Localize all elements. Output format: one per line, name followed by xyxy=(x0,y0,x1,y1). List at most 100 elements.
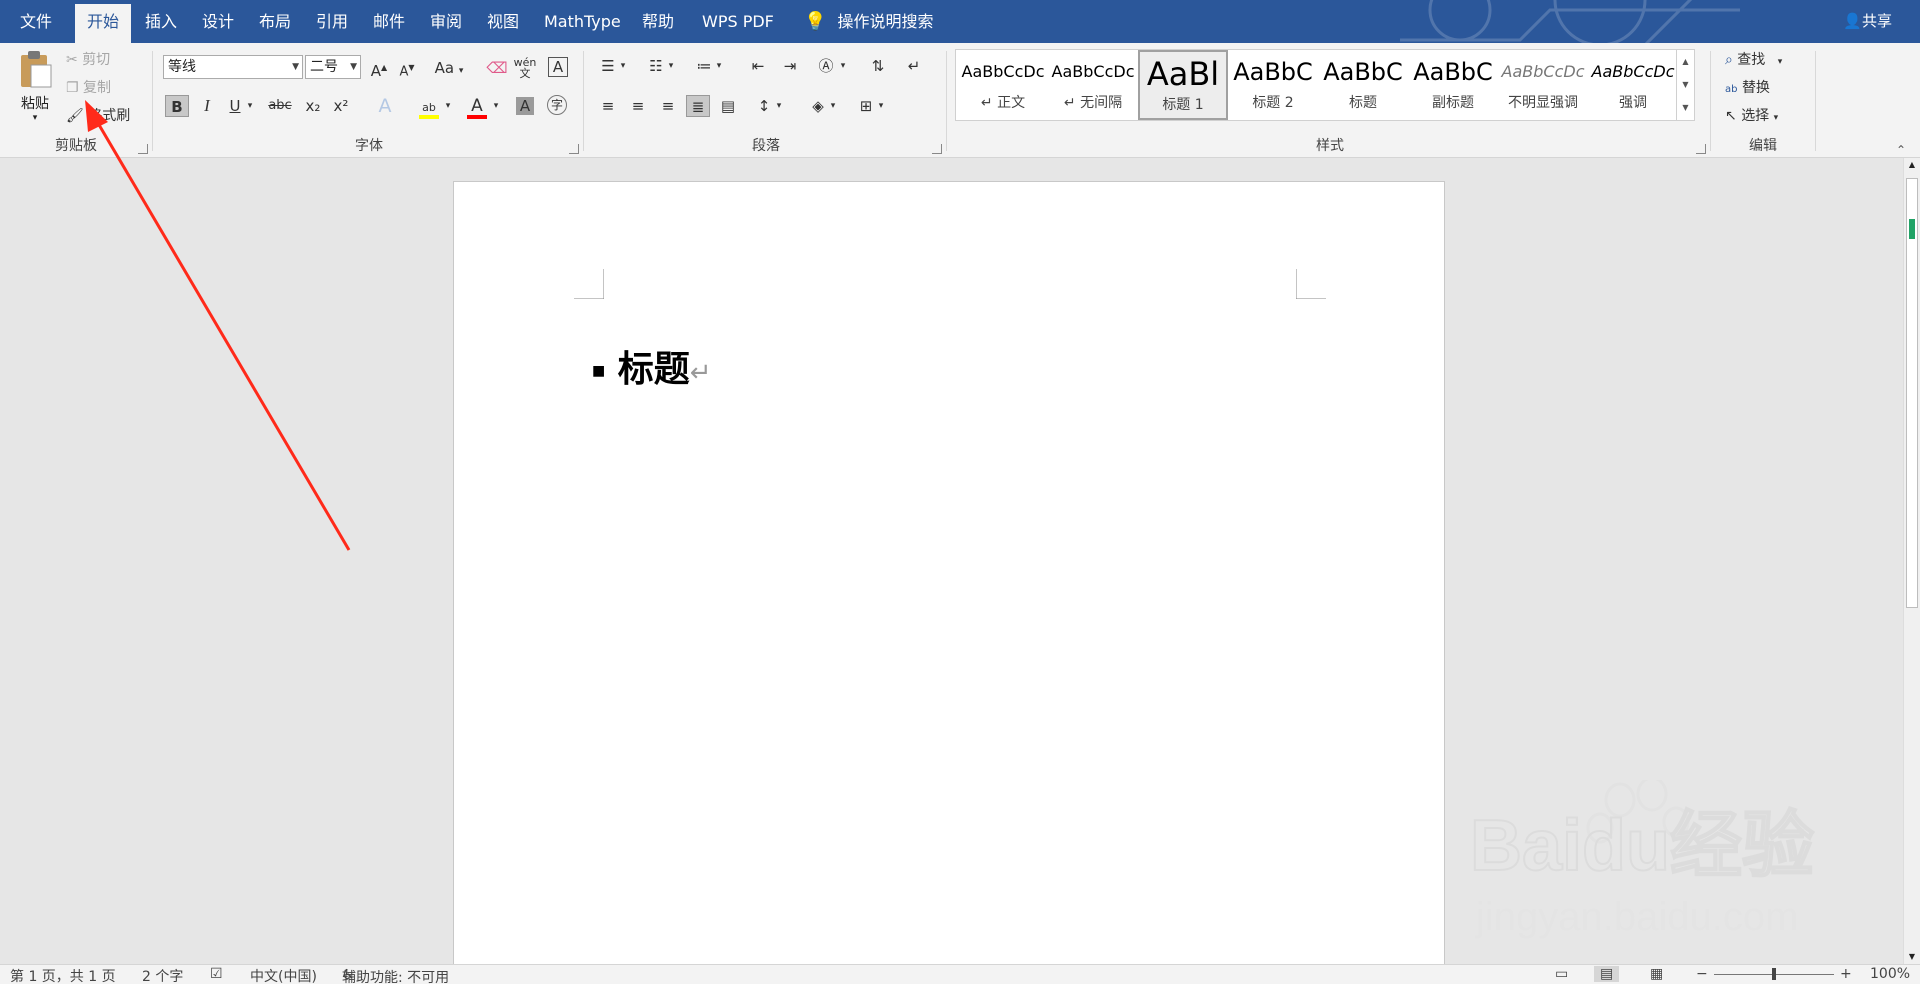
styles-dialog-launcher[interactable] xyxy=(1696,144,1706,154)
web-layout-icon[interactable]: ▦ xyxy=(1650,966,1663,982)
distributed-icon[interactable]: ▤ xyxy=(716,95,740,117)
zoom-in-icon[interactable]: + xyxy=(1840,966,1852,982)
chevron-down-icon[interactable]: ▾ xyxy=(772,95,786,117)
clipboard-group: 粘贴 ▾ ✂ 剪切 ❐ 复制 🖌 格式刷 剪贴板 xyxy=(0,43,152,158)
tab-wps-pdf[interactable]: WPS PDF xyxy=(690,0,786,43)
share-button[interactable]: 👤共享 xyxy=(1843,0,1892,43)
zoom-out-icon[interactable]: − xyxy=(1696,966,1708,982)
tab-view[interactable]: 视图 xyxy=(475,0,531,43)
ribbon-home: 粘贴 ▾ ✂ 剪切 ❐ 复制 🖌 格式刷 剪贴板 等线 ▼ 二号 ▼ A▲ A▼ A… xyxy=(0,43,1920,158)
shrink-font-icon[interactable]: A▼ xyxy=(395,57,419,79)
chevron-down-icon[interactable]: ▾ xyxy=(441,95,455,117)
tab-references[interactable]: 引用 xyxy=(304,0,360,43)
chevron-down-icon[interactable]: ▾ xyxy=(712,55,726,77)
group-divider xyxy=(946,51,947,151)
scroll-up-icon[interactable]: ▲ xyxy=(1904,158,1920,172)
tell-me-search[interactable]: 💡 操作说明搜索 xyxy=(792,0,946,43)
increase-indent-icon[interactable]: ⇥ xyxy=(778,55,802,77)
change-case-button[interactable]: Aa ▾ xyxy=(431,57,467,79)
document-page[interactable]: ■ 标题↵ xyxy=(453,181,1445,984)
copy-button[interactable]: ❐ 复制 xyxy=(66,77,111,97)
copy-icon: ❐ xyxy=(66,80,79,96)
cut-button[interactable]: ✂ 剪切 xyxy=(66,49,110,69)
clear-formatting-icon[interactable]: ⌫ xyxy=(485,57,509,79)
chevron-down-icon: ▾ xyxy=(1773,113,1779,123)
collapse-ribbon-icon[interactable]: ⌃ xyxy=(1896,143,1906,157)
chevron-down-icon[interactable]: ▾ xyxy=(616,55,630,77)
subscript-button[interactable]: x₂ xyxy=(301,95,325,117)
paragraph-dialog-launcher[interactable] xyxy=(932,144,942,154)
enclose-characters-icon[interactable]: 字 xyxy=(547,95,567,115)
tab-mailings[interactable]: 邮件 xyxy=(361,0,417,43)
bold-button[interactable]: B xyxy=(165,95,189,117)
tab-home[interactable]: 开始 xyxy=(75,4,132,43)
highlight-color-button[interactable]: ab xyxy=(417,95,441,119)
character-border-icon[interactable]: A xyxy=(548,57,568,77)
zoom-slider-thumb[interactable] xyxy=(1772,968,1776,980)
chevron-down-icon[interactable]: ▾ xyxy=(874,95,888,117)
crop-mark-top-left xyxy=(574,269,604,299)
tab-design[interactable]: 设计 xyxy=(190,0,246,43)
align-right-icon[interactable]: ≡ xyxy=(656,95,680,117)
align-left-icon[interactable]: ≡ xyxy=(596,95,620,117)
language-indicator[interactable]: 中文(中国) xyxy=(250,966,317,984)
clipboard-dialog-launcher[interactable] xyxy=(138,144,148,154)
styles-group-label: 样式 xyxy=(1316,138,1344,154)
tab-review[interactable]: 审阅 xyxy=(418,0,474,43)
tab-mathtype[interactable]: MathType xyxy=(532,0,633,43)
font-name-value: 等线 xyxy=(168,59,196,75)
font-size-combo[interactable]: 二号 ▼ xyxy=(305,55,361,79)
font-color-button[interactable]: A xyxy=(465,95,489,119)
chevron-down-icon[interactable]: ▾ xyxy=(826,95,840,117)
editing-group: ⌕ 查找 ▾ ab 替换 ↖ 选择 ▾ 编辑 xyxy=(1713,43,1813,158)
scrollbar-thumb[interactable] xyxy=(1906,178,1918,608)
change-case-label: Aa xyxy=(434,59,455,77)
read-mode-icon[interactable]: ▭ xyxy=(1555,966,1568,982)
chevron-down-icon[interactable]: ▾ xyxy=(836,55,850,77)
word-count[interactable]: 2 个字 xyxy=(142,966,183,984)
chevron-down-icon[interactable]: ▾ xyxy=(664,55,678,77)
show-marks-icon[interactable]: ↵ xyxy=(902,55,926,77)
group-divider xyxy=(1815,51,1816,151)
superscript-button[interactable]: x² xyxy=(329,95,353,117)
paste-button[interactable]: 粘贴 ▾ xyxy=(12,47,58,127)
proofing-icon[interactable]: ☑ xyxy=(210,966,223,982)
select-button[interactable]: ↖ 选择 ▾ xyxy=(1725,105,1778,125)
grow-font-icon[interactable]: A▲ xyxy=(367,57,391,80)
tab-insert[interactable]: 插入 xyxy=(133,0,189,43)
clipboard-icon xyxy=(21,51,52,88)
chevron-down-icon[interactable]: ▾ xyxy=(243,95,257,117)
chevron-down-icon: ▼ xyxy=(292,62,299,72)
scroll-down-icon[interactable]: ▼ xyxy=(1904,950,1920,964)
italic-button[interactable]: I xyxy=(195,95,219,117)
format-painter-button[interactable]: 🖌 格式刷 xyxy=(66,105,130,125)
chevron-down-icon[interactable]: ▾ xyxy=(489,95,503,117)
font-group-label: 字体 xyxy=(355,138,383,154)
decrease-indent-icon[interactable]: ⇤ xyxy=(746,55,770,77)
asian-layout-icon[interactable]: Ⓐ xyxy=(814,55,838,77)
highlighter-icon: ab xyxy=(422,101,436,114)
tab-help[interactable]: 帮助 xyxy=(630,0,686,43)
phonetic-guide-icon[interactable]: wén 文 xyxy=(513,57,537,79)
accessibility-label: 辅助功能: 不可用 xyxy=(342,970,450,984)
replace-button[interactable]: ab 替换 xyxy=(1725,77,1770,97)
character-shading-icon[interactable]: A xyxy=(516,97,534,115)
document-heading[interactable]: ■ 标题↵ xyxy=(592,340,712,392)
tab-layout[interactable]: 布局 xyxy=(247,0,303,43)
group-divider xyxy=(1710,51,1711,151)
chevron-down-icon: ▾ xyxy=(1777,57,1783,67)
zoom-level[interactable]: 100% xyxy=(1870,966,1910,982)
font-name-combo[interactable]: 等线 ▼ xyxy=(163,55,303,79)
highlight-color-swatch xyxy=(419,115,439,119)
tab-file[interactable]: 文件 xyxy=(8,0,64,43)
font-dialog-launcher[interactable] xyxy=(569,144,579,154)
page-count[interactable]: 第 1 页，共 1 页 xyxy=(10,966,116,984)
strikethrough-button[interactable]: abc xyxy=(265,95,295,117)
sort-icon[interactable]: ⇅ xyxy=(866,55,890,77)
justify-icon[interactable]: ≣ xyxy=(686,95,710,117)
find-button[interactable]: ⌕ 查找 ▾ xyxy=(1725,49,1782,69)
replace-label: 替换 xyxy=(1741,80,1770,96)
text-effects-icon[interactable]: A xyxy=(373,95,397,117)
align-center-icon[interactable]: ≡ xyxy=(626,95,650,117)
print-layout-icon[interactable]: ▤ xyxy=(1594,966,1620,982)
